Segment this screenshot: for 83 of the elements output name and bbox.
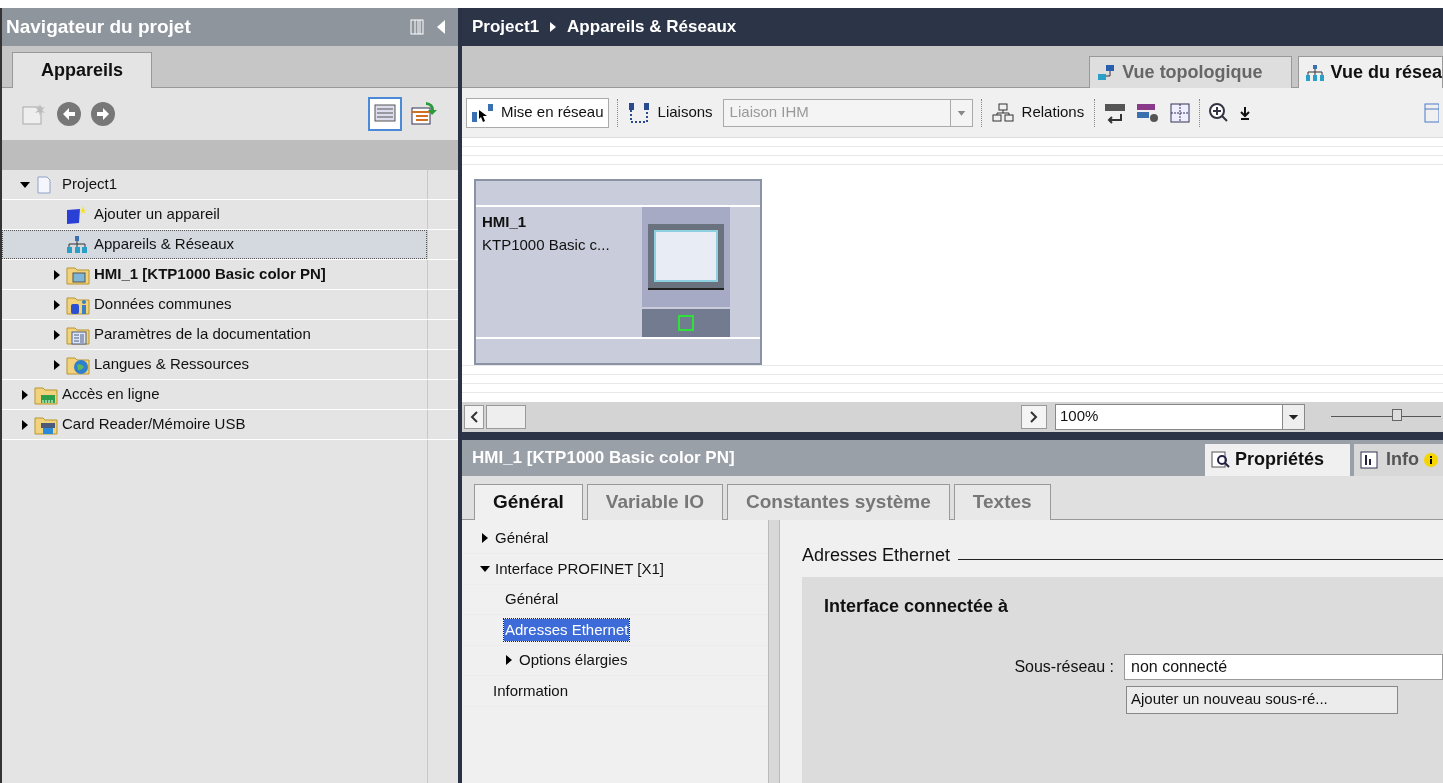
tree-item-label: Accès en ligne (62, 384, 160, 405)
screen-icon (648, 224, 724, 291)
networking-button[interactable]: Mise en réseau (466, 97, 609, 128)
chevron-left-icon (470, 410, 478, 423)
tree-item-label: Données communes (94, 294, 232, 315)
scroll-right-button[interactable] (1021, 404, 1047, 429)
folder-database-icon (66, 294, 90, 315)
tree-item-label: Langues & Ressources (94, 354, 250, 375)
expand-arrow-icon[interactable] (20, 389, 30, 400)
view-tab[interactable]: Vue topologique (1089, 56, 1292, 88)
nav-item[interactable]: Information (492, 679, 570, 702)
topology-icon (1096, 63, 1117, 82)
inspector-title: HMI_1 [KTP1000 Basic color PN] (472, 446, 736, 469)
zoom-slider-thumb[interactable] (1392, 409, 1402, 421)
nav-item[interactable]: Options élargies (518, 649, 629, 672)
view-tab[interactable]: Vue du résea (1297, 56, 1443, 88)
folder-globe-icon (66, 354, 90, 375)
expand-arrow-icon[interactable] (52, 359, 62, 370)
panel-title: Navigateur du projet (6, 14, 192, 39)
network-icon (1304, 63, 1325, 82)
device-type: KTP1000 Basic c... (482, 234, 611, 255)
expand-arrow-icon[interactable] (52, 329, 62, 340)
inspector-tab[interactable]: Info (1354, 443, 1443, 476)
folder-usb-icon (34, 414, 58, 435)
subnet-field[interactable]: non connecté (1124, 653, 1443, 680)
tree-item-label: Paramètres de la documentation (94, 324, 311, 345)
section-title: Adresses Ethernet (802, 543, 951, 567)
list-view-icon[interactable] (368, 97, 402, 131)
property-tab[interactable]: Variable IO (586, 483, 723, 520)
tree-item-label: Card Reader/Mémoire USB (62, 414, 246, 435)
property-tab[interactable]: Textes (953, 483, 1051, 520)
relations-icon (991, 102, 1014, 123)
label-arrow-icon[interactable] (1103, 101, 1128, 124)
collapse-arrow-icon[interactable] (20, 179, 30, 190)
panel-splitter[interactable] (462, 431, 1443, 440)
folder-screen-icon (66, 264, 90, 285)
field-label: Sous-réseau : (1013, 656, 1115, 677)
scroll-left-button[interactable] (464, 404, 484, 429)
breadcrumb-arrow-icon (549, 22, 558, 32)
breadcrumb-item[interactable]: Appareils & Réseaux (567, 14, 737, 40)
folder-document-icon (66, 324, 90, 345)
nav-item[interactable]: Interface PROFINET [X1] (494, 557, 665, 580)
warning-icon (1423, 451, 1439, 468)
zoom-dropdown[interactable]: 100% (1055, 403, 1305, 430)
tree-item-label: Project1 (62, 174, 118, 195)
network-cursor-icon (471, 101, 495, 124)
expand-arrow-icon[interactable] (20, 419, 30, 430)
device-name: HMI_1 (482, 212, 528, 233)
tree-item-label: Ajouter un appareil (94, 204, 220, 225)
property-tab[interactable]: Constantes système (727, 483, 950, 520)
collapse-left-icon[interactable] (436, 19, 446, 35)
expand-arrow-icon[interactable] (52, 269, 62, 280)
chevron-right-icon (1030, 410, 1038, 423)
expand-arrow-icon[interactable] (480, 533, 490, 544)
table-export-icon[interactable] (410, 100, 438, 128)
collapse-arrow-icon[interactable] (480, 563, 490, 574)
forward-icon[interactable] (90, 101, 116, 127)
add-subnet-button[interactable]: Ajouter un nouveau sous-ré... (1126, 685, 1398, 714)
folder-card-icon (34, 384, 58, 405)
breadcrumb-item[interactable]: Project1 (472, 14, 540, 40)
properties-icon (1210, 450, 1231, 469)
nav-item[interactable]: Adresses Ethernet (504, 618, 630, 641)
expand-arrow-icon[interactable] (52, 299, 62, 310)
nav-item[interactable]: Général (494, 527, 550, 550)
tab[interactable]: Appareils (12, 52, 153, 88)
property-tab[interactable]: Général (474, 483, 583, 520)
expand-arrow-icon[interactable] (504, 655, 514, 666)
network-icon (66, 234, 88, 255)
grid-icon[interactable] (1169, 101, 1192, 124)
connection-icon (627, 101, 650, 124)
connections-button[interactable]: Liaisons (625, 97, 715, 128)
scrollbar-thumb[interactable] (486, 404, 526, 429)
document-icon (34, 174, 54, 195)
tree-item[interactable]: Appareils & Réseaux (2, 230, 427, 259)
inspector-tab[interactable]: Propriétés (1204, 443, 1350, 476)
device-card[interactable]: HMI_1 KTP1000 Basic c... (474, 179, 762, 366)
relations-button[interactable]: Relations (989, 97, 1087, 128)
back-icon[interactable] (56, 101, 82, 127)
download-arrow-icon[interactable] (1240, 105, 1251, 120)
group-title: Interface connectée à (824, 594, 1010, 618)
tree-item-label: HMI_1 [KTP1000 Basic color PN] (94, 264, 326, 285)
nav-item[interactable]: Général (504, 588, 560, 611)
tree-item-label: Appareils & Réseaux (94, 234, 235, 255)
